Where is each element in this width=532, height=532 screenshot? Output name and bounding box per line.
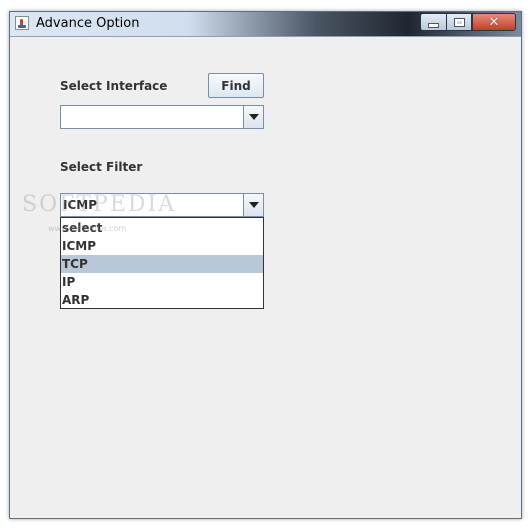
close-icon: ✕ [488,14,500,30]
java-app-icon [15,16,29,30]
dropdown-option-select[interactable]: select [61,219,263,237]
maximize-icon [453,17,465,27]
close-button[interactable]: ✕ [472,13,516,31]
interface-combo-arrow-button[interactable] [243,106,263,128]
dropdown-option-tcp[interactable]: TCP [61,255,263,273]
window-title: Advance Option [36,16,140,31]
dropdown-option-ip[interactable]: IP [61,273,263,291]
dropdown-option-arp[interactable]: ARP [61,291,263,309]
filter-combo[interactable]: ICMP [60,193,264,217]
filter-dropdown-list: select ICMP TCP IP ARP [60,217,264,309]
filter-combo-value: ICMP [63,198,98,212]
maximize-button[interactable] [446,13,472,31]
window-controls: ✕ [420,13,516,31]
select-filter-label: Select Filter [60,160,143,174]
title-bar[interactable]: Advance Option ✕ [10,12,521,37]
filter-combo-arrow-button[interactable] [243,194,263,216]
interface-combo[interactable] [60,105,264,129]
find-button[interactable]: Find [208,73,264,98]
select-interface-label: Select Interface [60,79,168,93]
chevron-down-icon [248,114,259,120]
minimize-icon [428,22,439,28]
dropdown-option-icmp[interactable]: ICMP [61,237,263,255]
minimize-button[interactable] [420,13,446,31]
chevron-down-icon [248,202,259,208]
advance-option-window: Advance Option ✕ Select Interface Find S… [9,11,522,519]
